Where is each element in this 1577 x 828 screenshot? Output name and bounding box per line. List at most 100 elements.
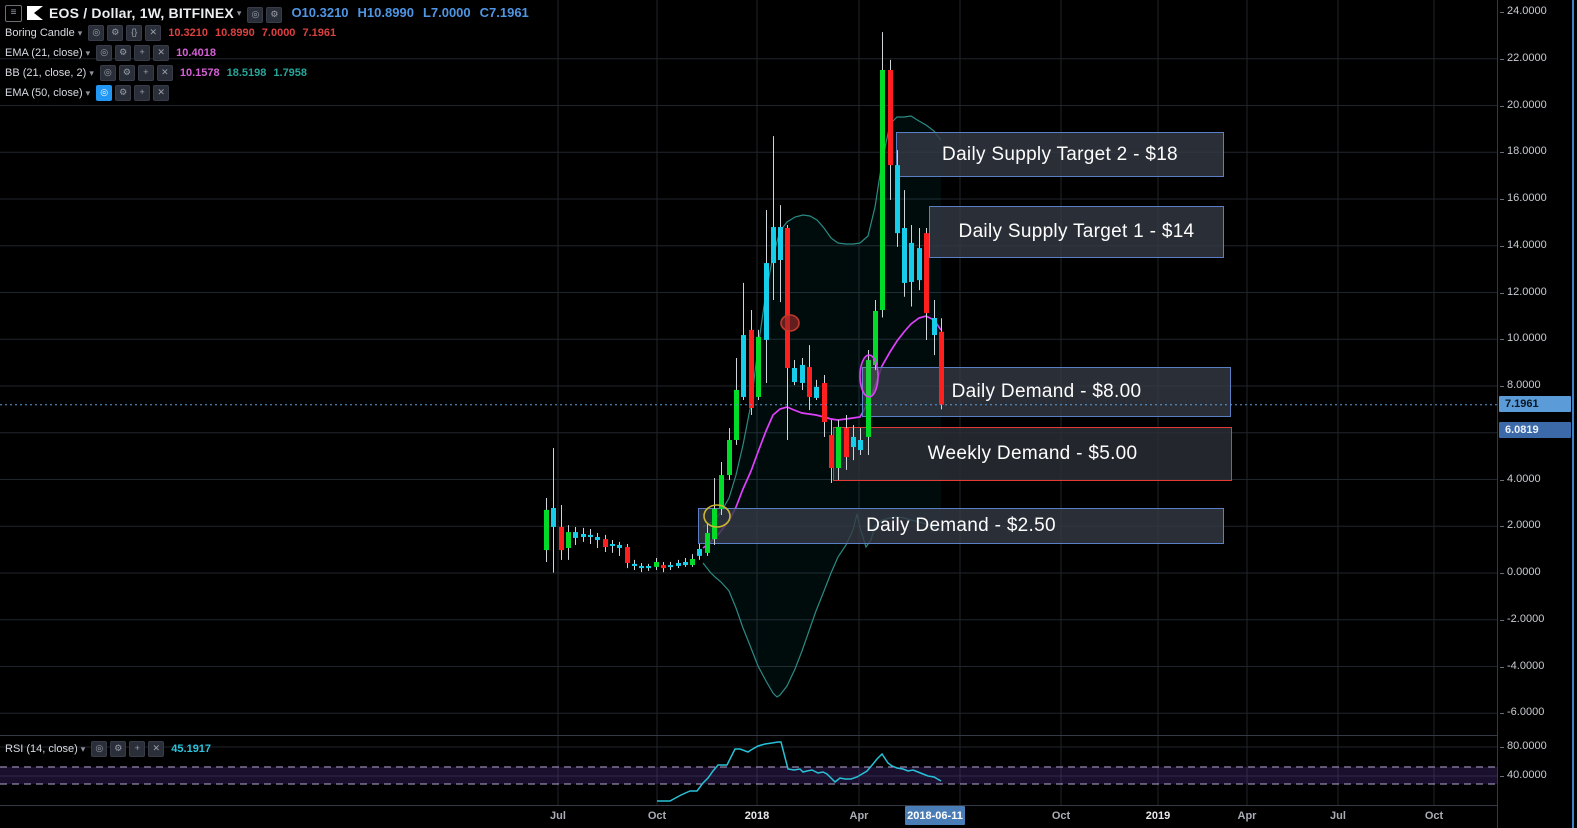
- legend: ≡ EOS / Dollar, 1W, BITFINEX ▾ ◎ ⚙ O10.32…: [5, 3, 529, 103]
- candle-body: [792, 368, 797, 383]
- candle: [829, 419, 834, 484]
- chevron-down-icon[interactable]: ▾: [89, 68, 94, 79]
- time-label-month: Oct: [1051, 810, 1071, 822]
- candle-body: [588, 534, 593, 538]
- candle: [939, 318, 944, 410]
- candle-body: [646, 565, 651, 569]
- pane-separator[interactable]: [0, 735, 1577, 736]
- candle: [595, 533, 600, 548]
- ohlc-c: C7.1961: [479, 5, 529, 20]
- gear-icon[interactable]: ⚙: [266, 6, 283, 23]
- candle: [822, 375, 827, 437]
- candle: [544, 497, 549, 563]
- price-tick-label: 22.0000: [1500, 51, 1547, 64]
- indicator-value: 10.3210: [168, 27, 209, 39]
- gear-icon[interactable]: ⚙: [115, 45, 132, 61]
- plus-icon[interactable]: +: [129, 741, 146, 757]
- rsi-tick-label: 40.0000: [1500, 769, 1547, 781]
- candle: [792, 360, 797, 386]
- magenta-ellipse[interactable]: [859, 354, 879, 398]
- candle: [851, 425, 856, 461]
- candle: [603, 534, 608, 552]
- menu-icon[interactable]: ≡: [5, 4, 22, 22]
- chart-canvas[interactable]: [0, 0, 1497, 828]
- price-tick-label: 12.0000: [1500, 285, 1547, 298]
- candle: [690, 554, 695, 567]
- ohlc-h: H10.8990: [357, 5, 414, 20]
- price-tick-label: -4.0000: [1499, 659, 1545, 672]
- price-tick-label: 10.0000: [1500, 332, 1547, 345]
- price-tick-label: -6.0000: [1499, 706, 1545, 719]
- indicator-label[interactable]: EMA (21, close): [5, 47, 83, 59]
- eye-icon[interactable]: ◎: [91, 741, 108, 757]
- red-ellipse[interactable]: [780, 314, 800, 332]
- candle: [646, 563, 651, 571]
- candle-body: [741, 335, 746, 397]
- candle-body: [880, 69, 885, 311]
- candle-body: [559, 526, 564, 551]
- indicator-value: 45.1917: [171, 743, 212, 755]
- braces-icon[interactable]: {}: [126, 25, 143, 41]
- eye-icon[interactable]: ◎: [96, 85, 113, 101]
- candle-body: [668, 565, 673, 568]
- candle-body: [683, 562, 688, 566]
- plus-icon[interactable]: +: [134, 85, 151, 101]
- candle: [771, 136, 776, 300]
- symbol-title[interactable]: EOS / Dollar, 1W, BITFINEX: [49, 5, 234, 21]
- close-icon[interactable]: ✕: [148, 741, 165, 757]
- candle: [764, 209, 769, 383]
- indicator-label[interactable]: RSI (14, close): [5, 743, 78, 755]
- candle-body: [836, 426, 841, 469]
- candle-body: [610, 544, 615, 547]
- plus-icon[interactable]: +: [137, 65, 154, 81]
- price-tick-label: 0.0000: [1500, 566, 1541, 578]
- price-tick-label: 14.0000: [1500, 238, 1547, 251]
- candle-body: [690, 558, 695, 566]
- candle-body: [822, 382, 827, 422]
- ohlc-l: L7.0000: [422, 5, 471, 20]
- candle: [924, 227, 929, 340]
- chevron-down-icon[interactable]: ▾: [86, 48, 91, 59]
- close-icon[interactable]: ✕: [153, 45, 170, 61]
- close-icon[interactable]: ✕: [145, 25, 162, 41]
- candle: [559, 504, 564, 560]
- gear-icon[interactable]: ⚙: [110, 741, 127, 757]
- candle: [661, 562, 666, 573]
- close-icon[interactable]: ✕: [156, 65, 173, 81]
- chart-logo: [27, 6, 43, 20]
- gear-icon[interactable]: ⚙: [115, 85, 132, 101]
- plus-icon[interactable]: +: [134, 45, 151, 61]
- price-tick-label: 20.0000: [1500, 98, 1547, 111]
- eye-icon[interactable]: ◎: [96, 45, 113, 61]
- date-highlight-badge: 2018-06-11: [905, 806, 965, 825]
- candle-body: [705, 533, 710, 553]
- eye-icon[interactable]: ◎: [99, 65, 116, 81]
- price-axis[interactable]: 24.0000 22.0000 20.0000 18.0000 16.0000 14.00…: [1497, 0, 1577, 828]
- indicator-label[interactable]: EMA (50, close): [5, 87, 83, 99]
- indicator-value: 10.8990: [215, 27, 255, 39]
- candle-body: [603, 539, 608, 548]
- chevron-down-icon[interactable]: ▾: [86, 88, 91, 99]
- gear-icon[interactable]: ⚙: [107, 25, 124, 41]
- chevron-down-icon[interactable]: ▾: [81, 744, 86, 755]
- candle: [683, 558, 688, 567]
- candle-body: [654, 562, 659, 567]
- candle-body: [851, 436, 856, 448]
- candle-body: [661, 565, 666, 569]
- candle: [734, 357, 739, 445]
- indicator-rows: Boring Candle ▾ ◎ ⚙{} ✕ 10.3210 10.8990 7.0000 7…: [5, 23, 529, 103]
- indicator-label[interactable]: Boring Candle: [5, 27, 75, 39]
- chevron-down-icon[interactable]: ▾: [237, 8, 242, 19]
- candle-body: [800, 364, 805, 383]
- candle-body: [909, 242, 914, 282]
- indicator-row-bb-21-close-2-: BB (21, close, 2) ▾ ◎ ⚙ + ✕ 10.1578 18.5198 1.79…: [5, 63, 529, 83]
- candle: [654, 558, 659, 570]
- indicator-label[interactable]: BB (21, close, 2): [5, 67, 86, 79]
- gear-icon[interactable]: ⚙: [118, 65, 135, 81]
- eye-icon[interactable]: ◎: [247, 6, 264, 23]
- candle-body: [734, 389, 739, 440]
- indicator-row-ema-50-close-: EMA (50, close) ▾ ◎ ⚙ + ✕: [5, 83, 529, 103]
- eye-icon[interactable]: ◎: [88, 25, 105, 41]
- close-icon[interactable]: ✕: [153, 85, 170, 101]
- chevron-down-icon[interactable]: ▾: [78, 28, 83, 39]
